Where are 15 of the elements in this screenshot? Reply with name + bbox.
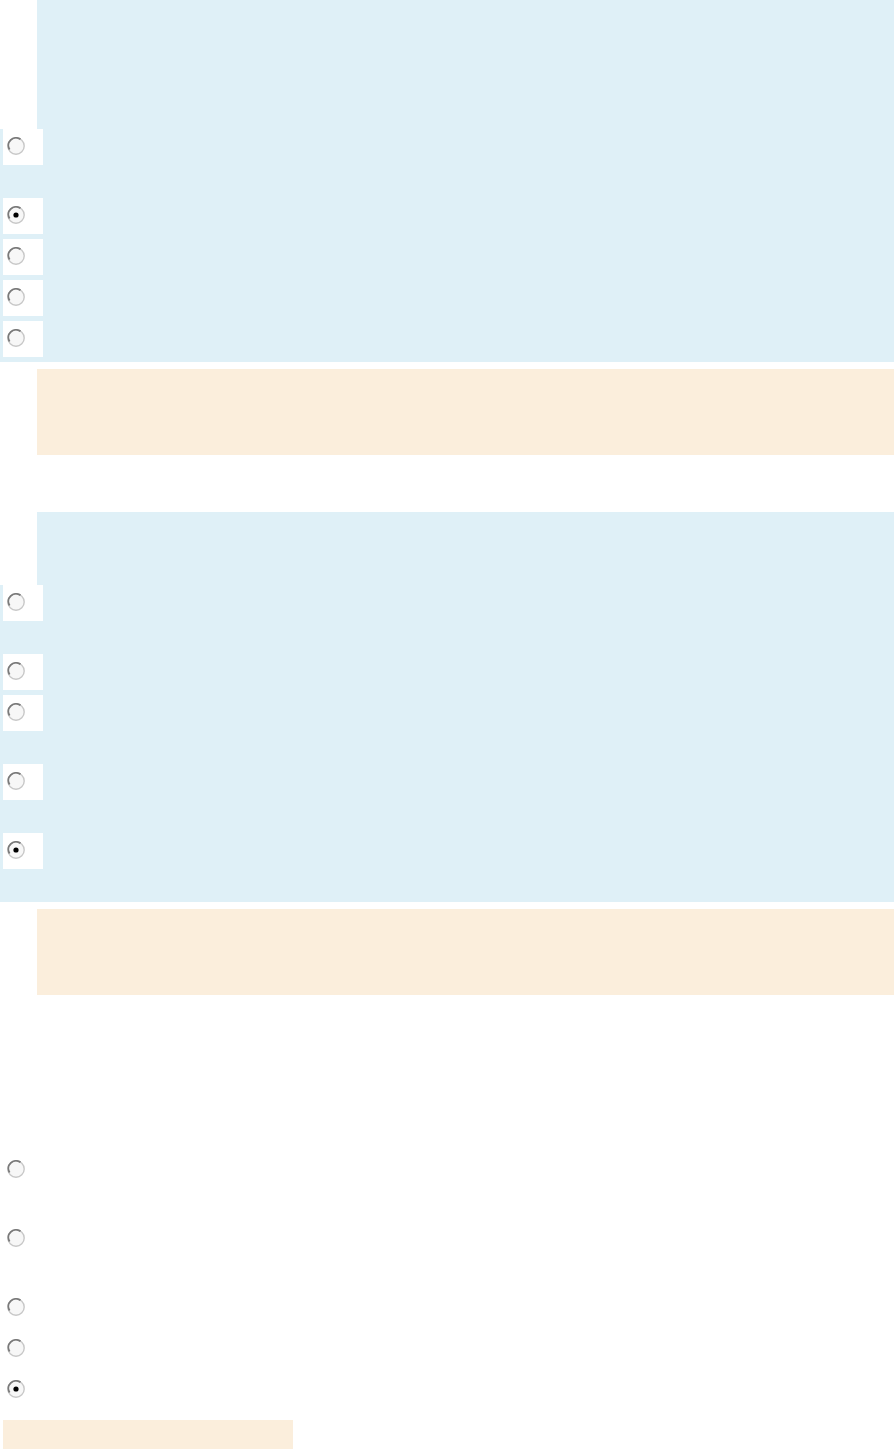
radio-button[interactable]	[7, 1380, 25, 1398]
radio-button[interactable]	[7, 1229, 25, 1247]
radio-button[interactable]	[7, 206, 25, 224]
radio-button[interactable]	[7, 137, 25, 155]
radio-button[interactable]	[7, 703, 25, 721]
radio-button[interactable]	[7, 1339, 25, 1357]
radio-button[interactable]	[7, 288, 25, 306]
radio-button[interactable]	[7, 1298, 25, 1316]
radio-button[interactable]	[7, 329, 25, 347]
radio-button[interactable]	[7, 841, 25, 859]
radio-button[interactable]	[7, 662, 25, 680]
radio-button[interactable]	[7, 247, 25, 265]
radio-button[interactable]	[7, 772, 25, 790]
radio-button[interactable]	[7, 593, 25, 611]
radio-button[interactable]	[7, 1160, 25, 1178]
